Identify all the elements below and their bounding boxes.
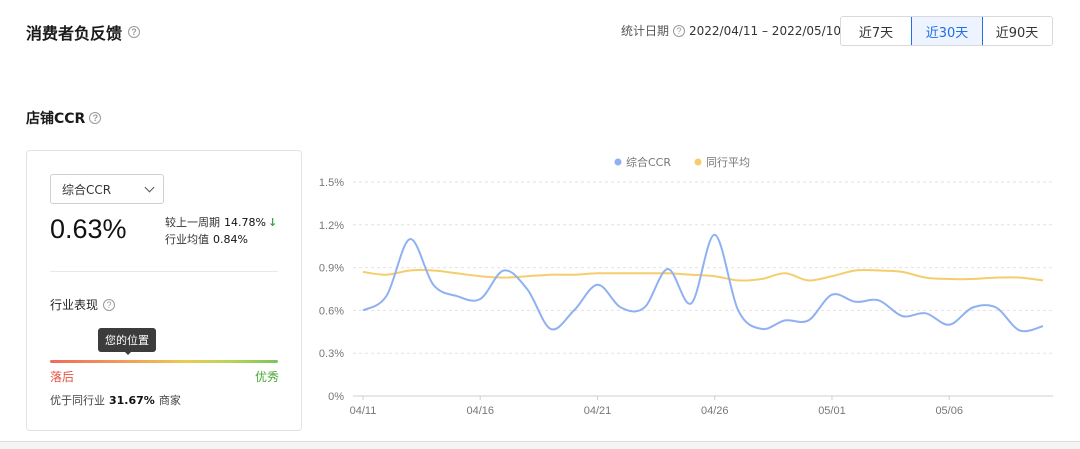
y-tick-label: 0.9%	[319, 263, 344, 275]
x-tick-label: 04/16	[466, 405, 494, 417]
position-tooltip: 您的位置	[98, 328, 156, 352]
x-tick-label: 04/26	[701, 405, 729, 417]
tooltip-arrow	[123, 350, 133, 355]
compare-value: 14.78%	[224, 216, 266, 229]
industry-avg-value: 0.84%	[213, 233, 248, 246]
high-label: 优秀	[255, 370, 280, 384]
compare-block: 较上一周期 14.78% ↓ 行业均值 0.84%	[165, 214, 277, 248]
y-tick-label: 0%	[328, 391, 344, 403]
legend-label: 同行平均	[706, 156, 750, 169]
page-title: 消费者负反馈 ?	[26, 20, 141, 44]
y-tick-label: 0.6%	[319, 305, 344, 317]
performance-help-icon[interactable]: ?	[103, 298, 116, 311]
chart-svg: 0% 0.3% 0.6% 0.9% 1.2% 1.5% 04/11 04/16 04/21 04/…	[319, 155, 1053, 417]
stat-date-value: 2022/04/11 – 2022/05/10	[689, 23, 841, 38]
legend-label: 综合CCR	[626, 155, 671, 169]
x-tick-label: 04/11	[350, 405, 377, 417]
section-help-icon[interactable]: ?	[89, 112, 102, 124]
range-30-button[interactable]: 近30天	[911, 17, 983, 45]
series-line-avg	[362, 268, 1044, 282]
bottom-strip	[0, 441, 1080, 449]
series-line-ccr	[362, 233, 1044, 333]
chevron-down-icon	[144, 182, 155, 192]
section-title-text: 店铺CCR	[26, 111, 86, 127]
divider	[50, 271, 278, 272]
ccr-line-chart: 0% 0.3% 0.6% 0.9% 1.2% 1.5% 04/11 04/16 04/21 04/…	[306, 150, 1066, 420]
x-tick-label: 05/01	[818, 405, 846, 417]
beat-text: 优于同行业 31.67% 商家	[50, 392, 181, 408]
ccr-type-select-value: 综合CCR	[62, 182, 112, 197]
help-icon[interactable]: ?	[128, 26, 141, 38]
industry-avg-label: 行业均值	[165, 233, 209, 246]
stat-date-label: 统计日期	[621, 24, 670, 38]
y-tick-label: 1.2%	[319, 220, 344, 232]
legend-dot	[614, 158, 622, 166]
legend-dot	[694, 158, 702, 166]
range-selector: 近7天 近30天 近90天	[840, 16, 1053, 46]
beat-suffix: 商家	[158, 394, 181, 407]
performance-title: 行业表现 ?	[50, 296, 116, 313]
beat-prefix: 优于同行业	[50, 394, 105, 407]
beat-pct: 31.67%	[109, 394, 155, 407]
range-7-button[interactable]: 近7天	[841, 17, 912, 45]
x-tick-label: 05/06	[935, 405, 963, 417]
range-90-button[interactable]: 近90天	[982, 17, 1052, 45]
x-tick-label: 04/21	[584, 405, 612, 417]
compare-label: 较上一周期	[165, 216, 220, 229]
y-tick-label: 1.5%	[319, 177, 344, 189]
section-title: 店铺CCR ?	[26, 108, 102, 128]
y-tick-label: 0.3%	[319, 348, 344, 360]
ccr-type-select[interactable]: 综合CCR	[50, 174, 164, 204]
ccr-value: 0.63%	[50, 214, 127, 244]
stat-date: 统计日期 ? 2022/04/11 – 2022/05/10	[621, 22, 841, 39]
performance-bar	[50, 360, 278, 363]
performance-title-text: 行业表现	[50, 298, 99, 312]
low-label: 落后	[50, 370, 75, 384]
page-title-text: 消费者负反馈	[26, 24, 123, 43]
date-help-icon[interactable]: ?	[673, 24, 686, 37]
ccr-summary-card: 综合CCR 0.63% 较上一周期 14.78% ↓ 行业均值 0.84% 行业表现 …	[26, 150, 302, 431]
arrow-down-icon: ↓	[267, 216, 278, 229]
